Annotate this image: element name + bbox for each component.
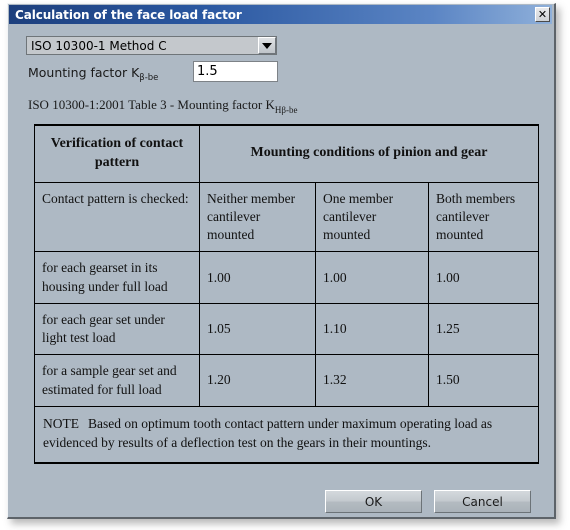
row-value-neither: 1.20: [199, 354, 316, 407]
row-value-neither: 1.05: [199, 302, 316, 356]
subheader-neither-member: Neither member cantilever mounted: [199, 181, 316, 253]
header-verification-of-contact-pattern: Verification of contact pattern: [34, 123, 200, 183]
row-value-both: 1.25: [428, 302, 539, 356]
table-header-row-top: Verification of contact pattern Mounting…: [34, 123, 539, 183]
window-title: Calculation of the face load factor: [15, 7, 242, 22]
row-value-one: 1.10: [315, 302, 429, 356]
table-note-label: NOTE: [43, 415, 79, 431]
mounting-factor-label-main: Mounting factor K: [28, 65, 140, 80]
subheader-contact-pattern-checked: Contact pattern is checked:: [34, 181, 200, 253]
table-caption-main: ISO 10300-1:2001 Table 3 - Mounting fact…: [28, 97, 275, 112]
table-note: NOTE Based on optimum tooth contact patte…: [34, 405, 539, 464]
row-value-one: 1.00: [315, 251, 429, 304]
ok-button[interactable]: OK: [325, 490, 422, 513]
cancel-button[interactable]: Cancel: [434, 490, 531, 513]
dialog-button-bar: OK Cancel: [9, 472, 552, 513]
row-value-one: 1.32: [315, 354, 429, 407]
calculation-method-selected-value: ISO 10300-1 Method C: [31, 38, 167, 53]
row-value-both: 1.00: [428, 251, 539, 304]
title-bar[interactable]: Calculation of the face load factor ✕: [9, 5, 552, 24]
row-criterion: for each gearset in its housing under fu…: [34, 251, 200, 304]
mounting-factor-input[interactable]: 1.5: [193, 61, 278, 82]
row-criterion: for a sample gear set and estimated for …: [34, 354, 200, 407]
subheader-both-members: Both members cantilever mounted: [428, 181, 539, 253]
table-row: for each gearset in its housing under fu…: [34, 251, 539, 304]
row-value-both: 1.50: [428, 354, 539, 407]
calculation-method-select[interactable]: ISO 10300-1 Method C: [26, 36, 277, 55]
row-criterion: for each gear set under light test load: [34, 302, 200, 356]
close-icon[interactable]: ✕: [535, 7, 550, 22]
mounting-factor-table: Verification of contact pattern Mounting…: [34, 123, 539, 464]
table-header-row-sub: Contact pattern is checked: Neither memb…: [34, 181, 539, 253]
table-note-row: NOTE Based on optimum tooth contact patte…: [34, 405, 539, 464]
table-row: for a sample gear set and estimated for …: [34, 354, 539, 407]
table-note-text: Based on optimum tooth contact pattern u…: [43, 415, 493, 451]
header-mounting-conditions: Mounting conditions of pinion and gear: [199, 123, 539, 183]
row-value-neither: 1.00: [199, 251, 316, 304]
table-caption: ISO 10300-1:2001 Table 3 - Mounting fact…: [28, 97, 297, 115]
dialog-client-area: ISO 10300-1 Method C Mounting factor Kβ-…: [9, 24, 552, 516]
chevron-down-icon[interactable]: [258, 37, 276, 54]
dialog-window: Calculation of the face load factor ✕ IS…: [7, 3, 556, 519]
table-caption-subscript: Hβ-be: [274, 105, 298, 115]
mounting-factor-label-subscript: β-be: [139, 73, 159, 83]
table-row: for each gear set under light test load …: [34, 302, 539, 356]
mounting-factor-label: Mounting factor Kβ-be: [28, 65, 158, 83]
mounting-factor-value: 1.5: [197, 64, 218, 79]
subheader-one-member: One member cantilever mounted: [315, 181, 429, 253]
chevron-down-glyph: [262, 42, 272, 49]
